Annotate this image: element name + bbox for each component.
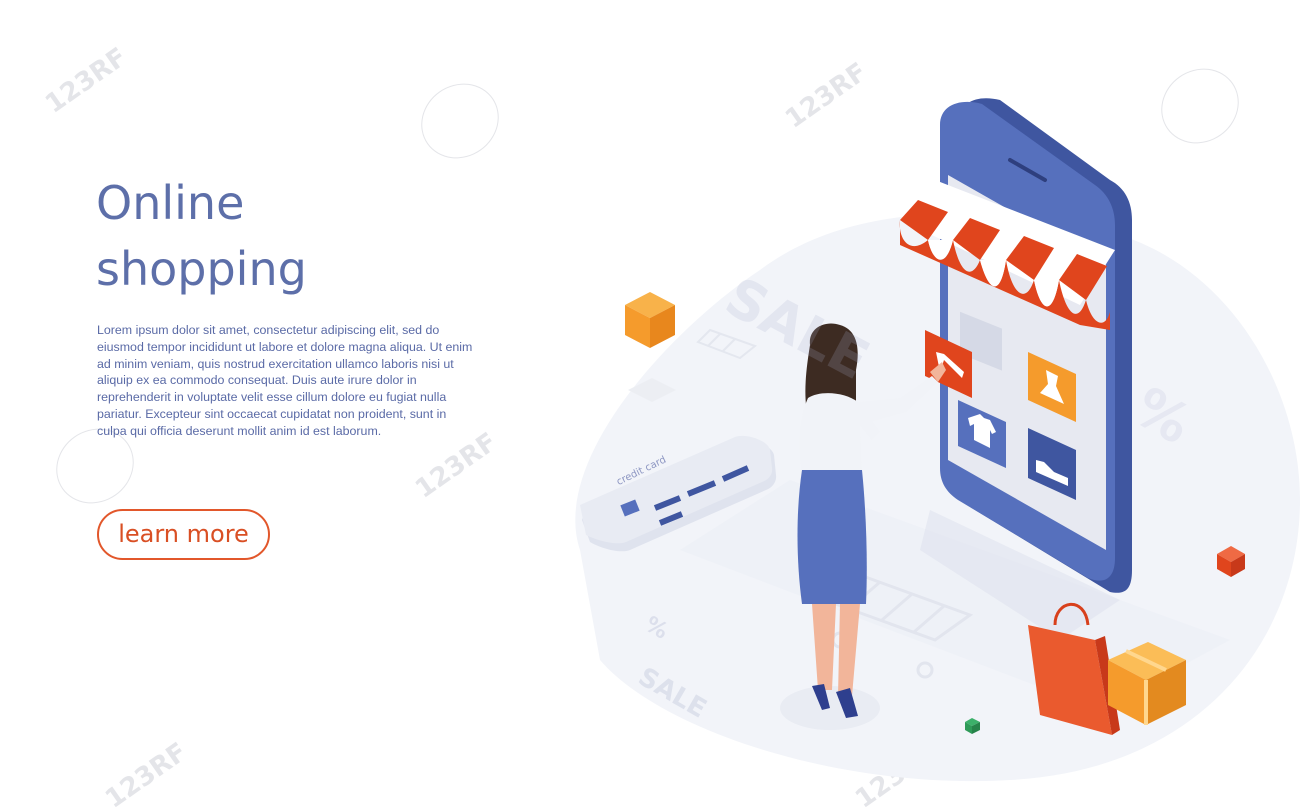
watermark-text: 123RF bbox=[100, 737, 193, 807]
woman-skirt bbox=[797, 470, 867, 604]
learn-more-button[interactable]: learn more bbox=[97, 509, 270, 560]
hero-description: Lorem ipsum dolor sit amet, consectetur … bbox=[97, 323, 473, 438]
page-title-line-1: Online bbox=[96, 176, 245, 230]
online-shopping-illustration: credit card SALE SALE % % bbox=[540, 80, 1300, 800]
page-title: Online shopping bbox=[96, 170, 307, 302]
landing-page: 123RF 123RF 123RF 123RF 123RF 123RF Onli… bbox=[0, 0, 1300, 807]
watermark-text: 123RF bbox=[40, 42, 133, 120]
watermark-ring bbox=[406, 68, 514, 174]
page-title-line-2: shopping bbox=[96, 242, 307, 296]
